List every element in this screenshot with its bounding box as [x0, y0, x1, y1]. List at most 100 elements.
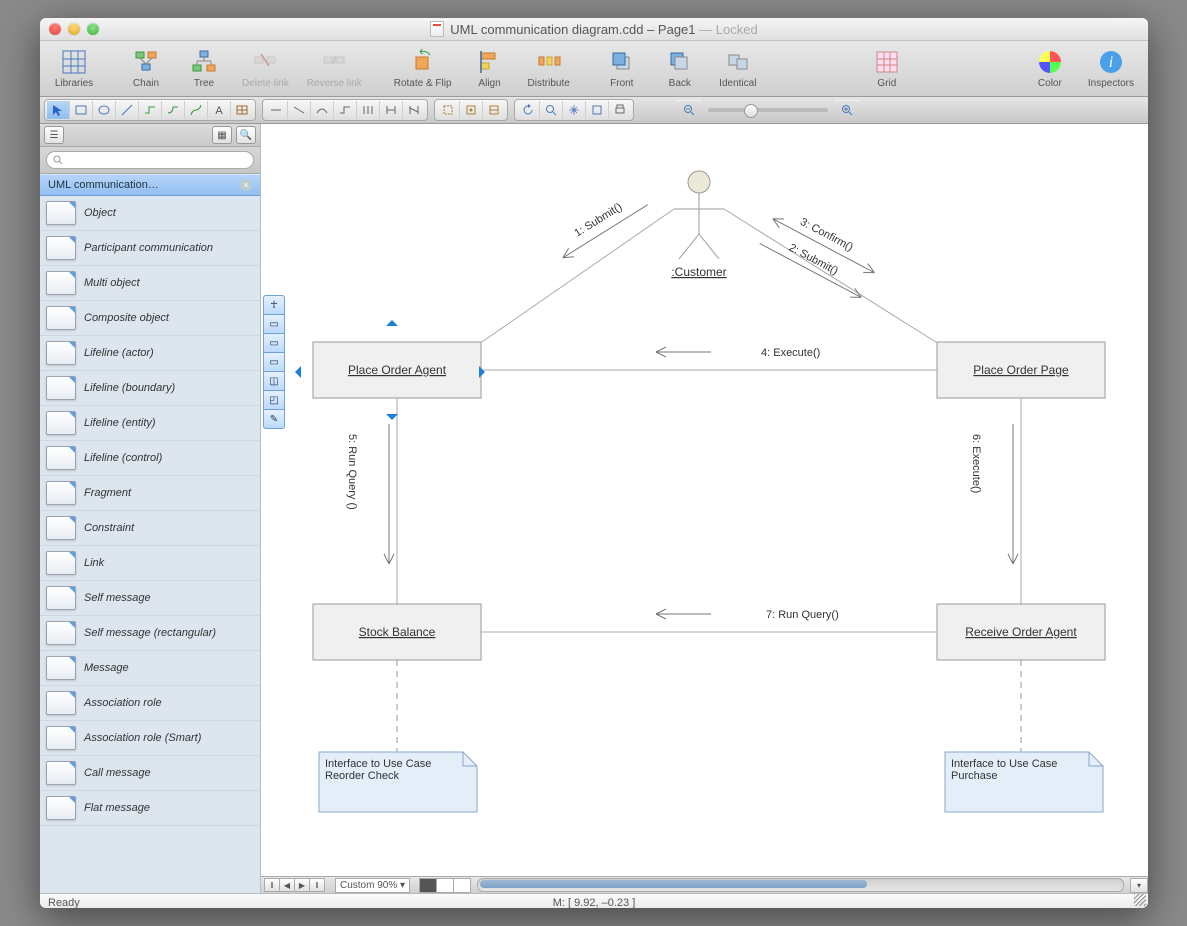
link-actor-page[interactable]	[724, 209, 939, 344]
zoom-slider[interactable]	[708, 108, 828, 112]
palette-note-icon[interactable]: ◰	[263, 390, 285, 410]
selection-handle-down[interactable]	[386, 414, 398, 426]
page-tab-2[interactable]	[436, 878, 454, 893]
grid-view-button[interactable]: ▦	[212, 126, 232, 144]
shape-item[interactable]: Lifeline (entity)	[40, 406, 260, 441]
toolbar-tree[interactable]: Tree	[176, 46, 232, 91]
page-tab-1[interactable]	[419, 878, 437, 893]
window-close-button[interactable]	[49, 23, 61, 35]
toolbar-distribute[interactable]: Distribute	[520, 46, 578, 91]
page-last-button[interactable]: ‖	[309, 878, 325, 892]
window-minimize-button[interactable]	[68, 23, 80, 35]
conn-style-6[interactable]	[380, 101, 403, 119]
shape-label: Multi object	[84, 277, 140, 289]
zoom-in-icon[interactable]	[836, 101, 858, 119]
shape-thumbnail-icon	[46, 446, 76, 470]
shape-item[interactable]: Association role	[40, 686, 260, 721]
zoom-combo[interactable]: Custom 90% ▾	[335, 878, 410, 893]
palette-edit-icon[interactable]: ✎	[263, 409, 285, 429]
nav-zoom[interactable]	[540, 101, 563, 119]
selection-handle-left[interactable]	[289, 366, 301, 378]
page-tab-3[interactable]	[453, 878, 471, 893]
nav-pan[interactable]	[563, 101, 586, 119]
palette-rect3-icon[interactable]: ▭	[263, 352, 285, 372]
shape-item[interactable]: Participant communication	[40, 231, 260, 266]
nav-print[interactable]	[609, 101, 631, 119]
conn-style-3[interactable]	[311, 101, 334, 119]
library-section-header[interactable]: UML communication… ×	[40, 174, 260, 196]
page-first-button[interactable]: ‖	[264, 878, 280, 892]
text-tool[interactable]: A	[208, 101, 231, 119]
nav-rotate[interactable]	[517, 101, 540, 119]
library-search-input[interactable]	[46, 151, 254, 169]
toolbar-inspectors[interactable]: iInspectors	[1080, 46, 1142, 91]
conn2-tool[interactable]	[162, 101, 185, 119]
snap-2[interactable]	[460, 101, 483, 119]
zoom-out-icon[interactable]	[678, 101, 700, 119]
shape-item[interactable]: Lifeline (boundary)	[40, 371, 260, 406]
search-toggle-button[interactable]: 🔍	[236, 126, 256, 144]
toolbar-front[interactable]: Front	[594, 46, 650, 91]
nav-crop[interactable]	[586, 101, 609, 119]
toolbar-chain[interactable]: Chain	[118, 46, 174, 91]
tool-ribbon: A	[40, 97, 1148, 124]
toolbar-grid[interactable]: Grid	[859, 46, 915, 91]
conn-style-2[interactable]	[288, 101, 311, 119]
shape-label: Lifeline (entity)	[84, 417, 156, 429]
shape-item[interactable]: Lifeline (actor)	[40, 336, 260, 371]
snap-3[interactable]	[483, 101, 505, 119]
horizontal-scrollbar[interactable]	[477, 878, 1124, 892]
shape-item[interactable]: Flat message	[40, 791, 260, 826]
palette-shape-icon[interactable]: ◫	[263, 371, 285, 391]
palette-rect2-icon[interactable]: ▭	[263, 333, 285, 353]
shape-item[interactable]: Call message	[40, 756, 260, 791]
palette-actor-icon[interactable]: ☥	[263, 295, 285, 315]
back-icon	[666, 48, 694, 76]
toolbar-back[interactable]: Back	[652, 46, 708, 91]
shape-item[interactable]: Message	[40, 651, 260, 686]
ellipse-tool[interactable]	[93, 101, 116, 119]
diagram-canvas[interactable]: ☥ ▭ ▭ ▭ ◫ ◰ ✎ :Customer	[261, 124, 1148, 876]
shape-item[interactable]: Constraint	[40, 511, 260, 546]
toolbar-rotate-flip[interactable]: Rotate & Flip	[386, 46, 460, 91]
select-tool[interactable]	[47, 101, 70, 119]
toolbar-align[interactable]: Align	[462, 46, 518, 91]
status-bar: Ready M: [ 9.92, –0.23 ]	[40, 893, 1148, 908]
page-next-button[interactable]: ▶	[294, 878, 310, 892]
conn3-tool[interactable]	[185, 101, 208, 119]
toolbar-label: Chain	[133, 78, 159, 89]
shape-item[interactable]: Lifeline (control)	[40, 441, 260, 476]
page-options-button[interactable]: ▾	[1130, 878, 1148, 893]
shape-item[interactable]: Object	[40, 196, 260, 231]
shape-label: Participant communication	[84, 242, 213, 254]
page-prev-button[interactable]: ◀	[279, 878, 295, 892]
library-close-button[interactable]: ×	[240, 179, 252, 191]
snap-1[interactable]	[437, 101, 460, 119]
shape-item[interactable]: Link	[40, 546, 260, 581]
shape-item[interactable]: Association role (Smart)	[40, 721, 260, 756]
toolbar-color[interactable]: Color	[1022, 46, 1078, 91]
toolbar-identical[interactable]: Identical	[710, 46, 766, 91]
conn-style-1[interactable]	[265, 101, 288, 119]
conn1-tool[interactable]	[139, 101, 162, 119]
shape-item[interactable]: Fragment	[40, 476, 260, 511]
palette-rect-icon[interactable]: ▭	[263, 314, 285, 334]
shape-item[interactable]: Composite object	[40, 301, 260, 336]
line-tool[interactable]	[116, 101, 139, 119]
toolbar-libraries[interactable]: Libraries	[46, 46, 102, 91]
conn-style-7[interactable]	[403, 101, 425, 119]
selection-handle-up[interactable]	[386, 314, 398, 326]
grid-icon	[873, 48, 901, 76]
conn-style-4[interactable]	[334, 101, 357, 119]
conn-style-5[interactable]	[357, 101, 380, 119]
outline-view-button[interactable]: ☰	[44, 126, 64, 144]
msg4-label: 4: Execute()	[761, 347, 820, 359]
shape-item[interactable]: Self message (rectangular)	[40, 616, 260, 651]
shape-item[interactable]: Multi object	[40, 266, 260, 301]
rect-tool[interactable]	[70, 101, 93, 119]
table-tool[interactable]	[231, 101, 253, 119]
shape-item[interactable]: Self message	[40, 581, 260, 616]
resize-grip[interactable]	[1134, 894, 1146, 906]
window-zoom-button[interactable]	[87, 23, 99, 35]
selection-handle-right[interactable]	[479, 366, 491, 378]
